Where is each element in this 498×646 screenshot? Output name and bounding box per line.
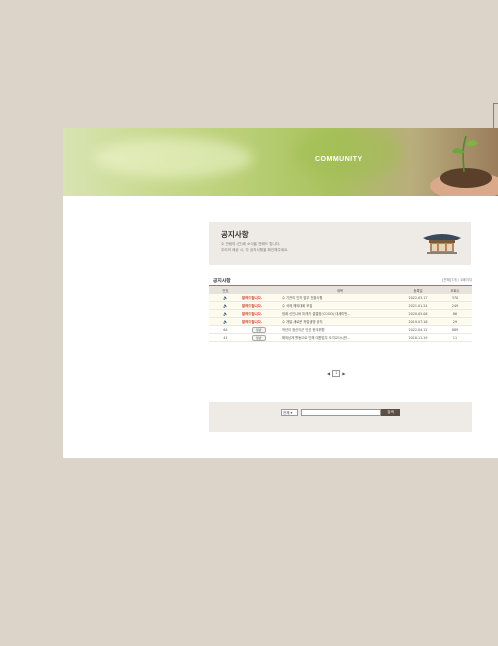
notice-badge: 알려드립니다. xyxy=(242,296,263,300)
row-views: 249 xyxy=(451,303,459,308)
row-date: 2022.04.12 xyxy=(408,327,428,332)
notice-badge: 알려드립니다. xyxy=(242,312,263,316)
row-views: 11 xyxy=(452,335,458,340)
general-badge: 일반 xyxy=(252,326,266,333)
table-row[interactable]: 64 일반 작년이 정신이군 인선 한국위원 2022.04.12 889 xyxy=(209,326,472,334)
decor-line xyxy=(493,103,498,104)
row-date: 2022.03.17 xyxy=(408,295,428,300)
row-number: 64 xyxy=(223,327,228,332)
row-title-link[interactable]: 작년이 정신이군 인선 한국위원 xyxy=(282,327,398,332)
row-title-link[interactable]: 수 기관의 인허 업무 전환사항 xyxy=(282,295,398,300)
notice-table: 번호 제목 등록일 조회수 🔈 알려드립니다. 수 기관의 인허 업무 전환사항… xyxy=(209,285,472,342)
column-header-date: 등록일 xyxy=(413,288,423,293)
speaker-icon: 🔈 xyxy=(223,319,228,324)
search-category-select[interactable]: 전체 ▾ xyxy=(281,409,298,416)
speaker-icon: 🔈 xyxy=(223,295,228,300)
row-title-link[interactable]: 수 국제 해외대회 모집 xyxy=(282,303,398,308)
chevron-down-icon: ▾ xyxy=(290,411,293,415)
notice-badge: 알려드립니다. xyxy=(242,304,263,308)
seedling-in-hands-image xyxy=(430,135,498,196)
general-badge: 일반 xyxy=(252,334,266,341)
search-input[interactable] xyxy=(301,409,381,416)
column-header-views: 조회수 xyxy=(450,288,460,293)
speaker-icon: 🔈 xyxy=(223,303,228,308)
row-date: 2019.07.16 xyxy=(408,319,428,324)
banner-title: COMMUNITY xyxy=(315,156,363,163)
page-number[interactable]: 1 xyxy=(332,370,341,377)
row-date: 2020.05.06 xyxy=(408,311,428,316)
pagination: ◀ 1 ▶ xyxy=(327,370,345,377)
notice-description: 수 안됨의 (간)제 소식을 전해드 립니다. xyxy=(221,242,281,246)
row-title-link[interactable]: 정례 신인니버 미래가 결결장(COOD) 대세미번... xyxy=(282,311,398,316)
table-header: 번호 제목 등록일 조회수 xyxy=(209,285,472,294)
page-title: 공지사항 xyxy=(221,230,249,239)
next-page-icon[interactable]: ▶ xyxy=(342,371,345,376)
row-views: 29 xyxy=(452,319,458,324)
column-header-number: 번호 xyxy=(222,288,229,293)
list-count: [전체]7개 / 1페이지 xyxy=(442,278,472,282)
row-date: 2018.11.19 xyxy=(408,335,428,340)
row-views: 370 xyxy=(451,295,459,300)
row-views: 889 xyxy=(451,327,459,332)
row-number: 41 xyxy=(223,335,228,340)
prev-page-icon[interactable]: ◀ xyxy=(327,371,330,376)
list-title: 공지사항 xyxy=(213,279,231,284)
speaker-icon: 🔈 xyxy=(223,311,228,316)
table-row[interactable]: 🔈 알려드립니다. 정례 신인니버 미래가 결결장(COOD) 대세미번... … xyxy=(209,310,472,318)
search-button[interactable]: 검색 xyxy=(381,409,400,416)
decor-line xyxy=(493,103,494,128)
column-header-title: 제목 xyxy=(336,288,344,293)
search-bar: 전체 ▾ 검색 xyxy=(209,402,472,432)
row-views: 86 xyxy=(452,311,458,316)
table-row[interactable]: 41 일반 해외남게 활동으로 인해 대원업무 오각교사시판... 2018.1… xyxy=(209,334,472,342)
table-row[interactable]: 🔈 알려드립니다. 수 개발 새로운 작업생명 공지 2019.07.16 29 xyxy=(209,318,472,326)
hanok-illustration xyxy=(423,234,461,254)
row-title-link[interactable]: 해외남게 활동으로 인해 대원업무 오각교사시판... xyxy=(282,335,398,340)
content-frame: COMMUNITY 공지사항 수 안됨의 (간)제 소식을 전해드 립니다. 우… xyxy=(63,128,498,458)
table-row[interactable]: 🔈 알려드립니다. 수 국제 해외대회 모집 2021.01.24 249 xyxy=(209,302,472,310)
community-banner: COMMUNITY xyxy=(63,128,498,196)
notice-badge: 알려드립니다. xyxy=(242,320,263,324)
row-date: 2021.01.24 xyxy=(408,303,428,308)
notice-description: 우리의 제공 시, 각 공지사항을 확인해주세요. xyxy=(221,248,289,252)
row-title-link[interactable]: 수 개발 새로운 작업생명 공지 xyxy=(282,319,398,324)
table-row[interactable]: 🔈 알려드립니다. 수 기관의 인허 업무 전환사항 2022.03.17 37… xyxy=(209,294,472,302)
